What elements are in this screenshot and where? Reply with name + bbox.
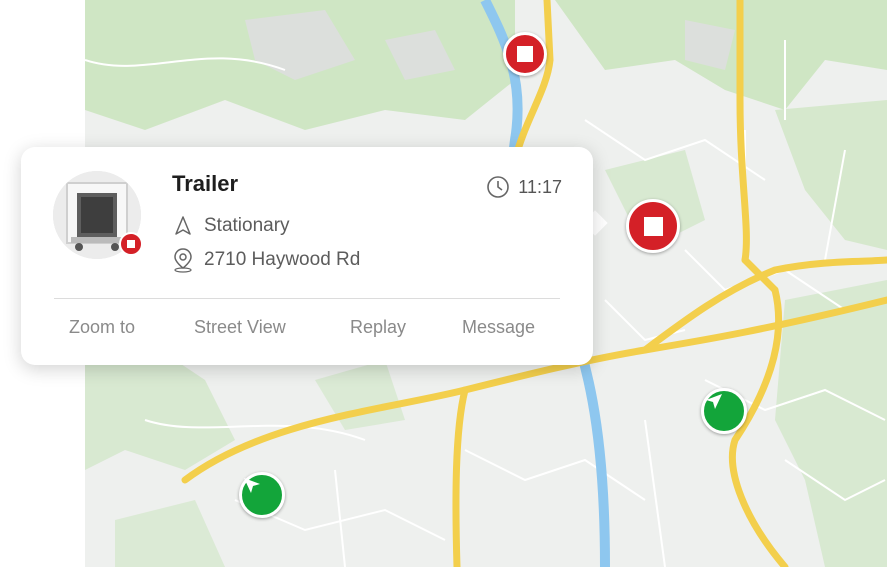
vehicle-status: Stationary	[204, 215, 290, 236]
stop-icon	[127, 240, 135, 248]
divider	[54, 298, 560, 299]
navigation-arrow-icon	[244, 478, 260, 493]
selected-vehicle-marker[interactable]	[626, 199, 680, 253]
navigation-outline-icon	[175, 216, 191, 235]
message-button[interactable]: Message	[462, 317, 535, 338]
location-pin-icon	[174, 248, 192, 273]
zoom-to-button[interactable]: Zoom to	[69, 317, 135, 338]
moving-vehicle-marker[interactable]	[239, 472, 285, 518]
last-update-time: 11:17	[518, 176, 562, 197]
status-row: Stationary	[172, 215, 290, 237]
stopped-vehicle-marker[interactable]	[503, 32, 547, 76]
address-row: 2710 Haywood Rd	[172, 247, 360, 273]
navigation-arrow-icon	[706, 394, 722, 409]
vehicle-name: Trailer	[172, 171, 239, 196]
card-actions: Zoom to Street View Replay Message	[21, 317, 593, 345]
vehicle-address: 2710 Haywood Rd	[204, 249, 361, 270]
stop-icon	[517, 46, 533, 62]
stopped-status-badge	[119, 232, 143, 256]
last-update: 11:17	[486, 175, 562, 199]
stop-icon	[643, 216, 663, 236]
moving-vehicle-marker[interactable]	[701, 388, 747, 434]
replay-button[interactable]: Replay	[350, 317, 406, 338]
clock-icon	[487, 176, 510, 198]
vehicle-info-card: Trailer 11:17 Stationary 2710 Haywood Rd…	[21, 147, 593, 365]
street-view-button[interactable]: Street View	[194, 317, 286, 338]
